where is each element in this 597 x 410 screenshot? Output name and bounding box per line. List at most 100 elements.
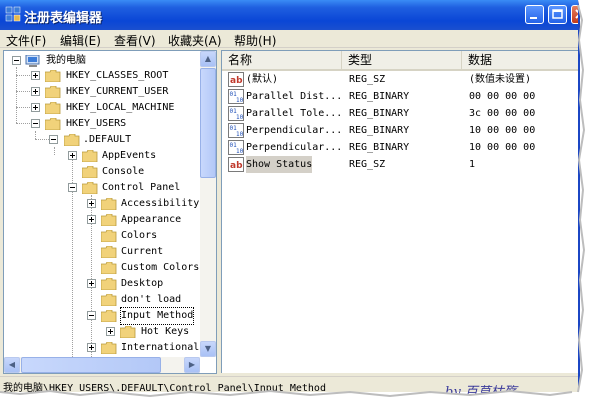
close-button[interactable]	[571, 5, 578, 24]
scroll-thumb[interactable]	[21, 357, 161, 373]
scroll-thumb[interactable]	[200, 68, 216, 178]
folder-icon	[101, 294, 117, 306]
value-row[interactable]: ab (默认) REG_SZ (数值未设置)	[222, 71, 578, 88]
expand-icon[interactable]	[106, 327, 115, 336]
scroll-right-button[interactable]: ▶	[184, 357, 200, 373]
maximize-icon	[552, 9, 563, 19]
value-row[interactable]: 01 10 Parallel Dist... REG_BINARY 00 00 00 0…	[222, 88, 578, 105]
tree-label: Desktop	[121, 278, 164, 289]
tree-item-appevents[interactable]: AppEvents	[4, 148, 200, 164]
collapse-icon[interactable]	[31, 119, 40, 128]
value-data: 1	[469, 159, 476, 170]
menu-view[interactable]: 查看(V)	[114, 32, 156, 49]
tree-item-default[interactable]: .DEFAULT	[4, 132, 200, 148]
value-data: 3c 00 00 00	[469, 108, 536, 119]
collapse-icon[interactable]	[12, 56, 21, 65]
folder-icon	[101, 198, 117, 210]
tree-vertical-scrollbar[interactable]: ▲ ▼	[200, 51, 216, 357]
tree-item-custom-colors[interactable]: Custom Colors	[4, 260, 200, 276]
folder-icon	[45, 102, 61, 114]
string-value-icon: ab	[228, 157, 244, 172]
folder-icon	[101, 342, 117, 354]
tree-item-hkcr[interactable]: HKEY_CLASSES_ROOT	[4, 68, 200, 84]
value-name: Show Status	[246, 156, 313, 173]
svg-text:ab: ab	[230, 161, 243, 171]
scroll-down-button[interactable]: ▼	[200, 341, 216, 357]
tree-label: HKEY_CLASSES_ROOT	[66, 70, 169, 81]
scroll-up-button[interactable]: ▲	[200, 51, 216, 67]
tree-item-my-computer[interactable]: 我的电脑	[4, 53, 200, 69]
string-value-icon: ab	[228, 72, 244, 87]
value-type: REG_BINARY	[349, 125, 410, 136]
menu-file[interactable]: 文件(F)	[6, 32, 46, 49]
expand-icon[interactable]	[31, 71, 40, 80]
minimize-icon	[530, 17, 537, 19]
value-data: 10 00 00 00	[469, 142, 536, 153]
expand-icon[interactable]	[31, 103, 40, 112]
tree-horizontal-scrollbar[interactable]: ◀ ▶	[4, 357, 200, 373]
value-row[interactable]: 01 10 Perpendicular... REG_BINARY 10 00 00 0…	[222, 139, 578, 156]
value-row[interactable]: 01 10 Parallel Tole... REG_BINARY 3c 00 00 0…	[222, 105, 578, 122]
expand-icon[interactable]	[87, 215, 96, 224]
svg-text:10: 10	[236, 114, 244, 121]
tree-label: Appearance	[121, 214, 182, 225]
column-header-data[interactable]: 数据	[462, 51, 578, 69]
folder-icon	[101, 246, 117, 258]
menu-favorites[interactable]: 收藏夹(A)	[168, 32, 222, 49]
column-header-type[interactable]: 类型	[342, 51, 462, 69]
tree-item-desktop[interactable]: Desktop	[4, 276, 200, 292]
expand-icon[interactable]	[87, 343, 96, 352]
value-row[interactable]: 01 10 Perpendicular... REG_BINARY 10 00 00 0…	[222, 122, 578, 139]
collapse-icon[interactable]	[68, 183, 77, 192]
tree-item-hklm[interactable]: HKEY_LOCAL_MACHINE	[4, 100, 200, 116]
binary-value-icon: 01 10	[228, 106, 244, 121]
value-data: (数值未设置)	[469, 74, 532, 85]
registry-tree-pane[interactable]: 我的电脑 HKEY_CLASSES_ROOT HKEY_CURRENT_USER…	[3, 50, 217, 374]
tree-item-colors[interactable]: Colors	[4, 228, 200, 244]
list-header: 名称 类型 数据	[222, 51, 578, 71]
tree-item-console[interactable]: Console	[4, 164, 200, 180]
tree-item-dont-load[interactable]: don't load	[4, 292, 200, 308]
tree-label: Custom Colors	[121, 262, 200, 273]
menu-edit[interactable]: 编辑(E)	[60, 32, 101, 49]
values-list-pane[interactable]: 名称 类型 数据 ab (默认) REG_SZ (数值未设置) 01 10 Parallel…	[221, 50, 578, 373]
menu-help[interactable]: 帮助(H)	[234, 32, 276, 49]
expand-icon[interactable]	[87, 279, 96, 288]
tree-item-current[interactable]: Current	[4, 244, 200, 260]
value-type: REG_SZ	[349, 74, 386, 85]
collapse-icon[interactable]	[87, 311, 96, 320]
tree-item-international[interactable]: International	[4, 340, 200, 356]
scroll-left-button[interactable]: ◀	[4, 357, 20, 373]
tree-item-input-method[interactable]: Input Method	[4, 307, 200, 325]
tree-item-hkcu[interactable]: HKEY_CURRENT_USER	[4, 84, 200, 100]
maximize-button[interactable]	[548, 5, 567, 24]
tree-item-appearance[interactable]: Appearance	[4, 212, 200, 228]
column-header-name[interactable]: 名称	[222, 51, 342, 69]
minimize-button[interactable]	[525, 5, 544, 24]
value-data: 00 00 00 00	[469, 91, 536, 102]
value-name: Parallel Tole...	[246, 108, 343, 119]
svg-text:10: 10	[236, 148, 244, 155]
expand-icon[interactable]	[31, 87, 40, 96]
computer-icon	[25, 55, 40, 67]
expand-icon[interactable]	[68, 151, 77, 160]
title-bar[interactable]: 注册表编辑器	[0, 0, 578, 30]
tree-item-control-panel[interactable]: Control Panel	[4, 180, 200, 196]
value-name: Parallel Dist...	[246, 91, 343, 102]
tree-item-accessibility[interactable]: Accessibility	[4, 196, 200, 212]
watermark-signature: by 百草枯殇	[445, 385, 517, 400]
svg-text:ab: ab	[230, 76, 243, 86]
value-name: (默认)	[246, 74, 279, 85]
value-type: REG_BINARY	[349, 91, 410, 102]
expand-icon[interactable]	[87, 199, 96, 208]
tree-label: Current	[121, 246, 164, 257]
folder-icon	[82, 166, 98, 178]
value-name: Perpendicular...	[246, 142, 343, 153]
tree-item-hot-keys[interactable]: Hot Keys	[4, 324, 200, 340]
folder-open-icon	[64, 134, 80, 146]
tree-item-hku[interactable]: HKEY_USERS	[4, 116, 200, 132]
folder-open-icon	[45, 118, 61, 130]
value-row[interactable]: ab Show Status REG_SZ 1	[222, 156, 578, 173]
tree-label: International	[121, 342, 200, 353]
collapse-icon[interactable]	[49, 135, 58, 144]
